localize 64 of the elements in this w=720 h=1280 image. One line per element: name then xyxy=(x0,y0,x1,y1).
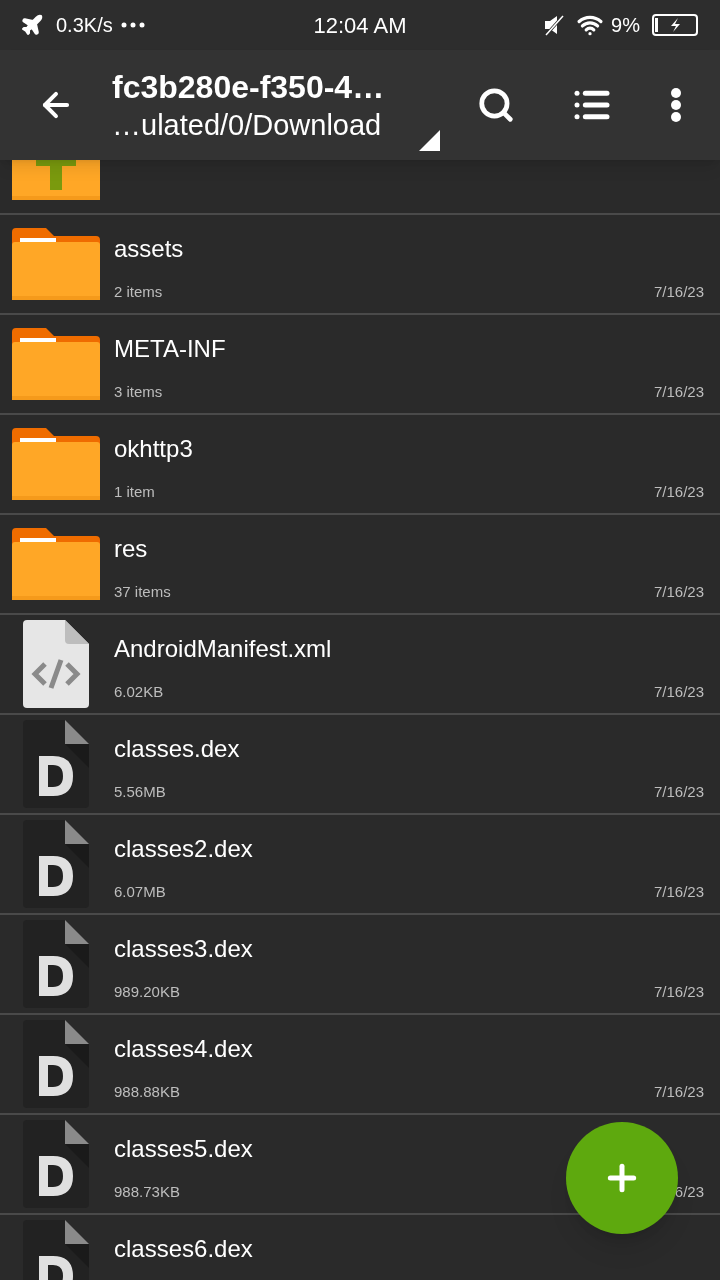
search-icon xyxy=(477,86,515,124)
dex-file-icon xyxy=(23,720,89,808)
file-row[interactable]: assets 2 items 7/16/23 xyxy=(0,215,720,315)
file-date: 7/16/23 xyxy=(653,982,704,1002)
file-row[interactable]: META-INF 3 items 7/16/23 xyxy=(0,315,720,415)
folder-icon xyxy=(12,528,100,600)
file-info: 988.88KB xyxy=(114,1082,180,1102)
file-date: 7/16/23 xyxy=(653,1082,704,1102)
file-name: classes2.dex xyxy=(114,834,254,864)
code-file-icon xyxy=(23,620,89,708)
mute-icon xyxy=(543,14,566,36)
file-row[interactable]: AndroidManifest.xml 6.02KB 7/16/23 xyxy=(0,615,720,715)
file-row[interactable]: classes4.dex 988.88KB 7/16/23 xyxy=(0,1015,720,1115)
dex-file-icon xyxy=(23,920,89,1008)
file-name: classes3.dex xyxy=(114,934,254,964)
more-notifications-icon xyxy=(120,22,145,28)
path-dropdown-icon[interactable] xyxy=(419,130,440,151)
dex-file-icon xyxy=(23,820,89,908)
more-icon xyxy=(671,88,681,122)
file-info: 2 items xyxy=(114,282,163,302)
file-info: 5.56MB xyxy=(114,782,166,802)
file-info: 6.02KB xyxy=(114,682,164,702)
file-name: META-INF xyxy=(114,334,227,364)
file-info: 989.20KB xyxy=(114,982,180,1002)
file-name: assets xyxy=(114,234,185,264)
file-row[interactable]: classes3.dex 989.20KB 7/16/23 xyxy=(0,915,720,1015)
folder-path: …ulated/0/Download xyxy=(112,108,382,143)
folder-icon xyxy=(12,228,100,300)
parent-folder-row[interactable] xyxy=(0,160,720,215)
file-date: 7/16/23 xyxy=(653,282,704,302)
folder-title: fc3b280e-f350-4… xyxy=(112,68,386,107)
battery-charging-icon xyxy=(652,14,700,36)
file-name: okhttp3 xyxy=(114,434,194,464)
file-date: 6/23 xyxy=(674,1182,704,1202)
file-name: AndroidManifest.xml xyxy=(114,634,333,664)
dex-file-icon xyxy=(23,1120,89,1208)
clock: 12:04 AM xyxy=(313,11,407,40)
file-row[interactable]: res 37 items 7/16/23 xyxy=(0,515,720,615)
file-date: 7/16/23 xyxy=(653,782,704,802)
folder-icon xyxy=(12,428,100,500)
file-info: 37 items xyxy=(114,582,171,602)
file-row[interactable]: classes.dex 5.56MB 7/16/23 xyxy=(0,715,720,815)
file-name: classes6.dex xyxy=(114,1234,254,1264)
file-date: 7/16/23 xyxy=(653,382,704,402)
file-info: 3 items xyxy=(114,382,163,402)
file-name: classes5.dex xyxy=(114,1134,254,1164)
battery-percent: 9% xyxy=(611,13,640,38)
file-row[interactable]: classes2.dex 6.07MB 7/16/23 xyxy=(0,815,720,915)
file-info: 1 item xyxy=(114,482,155,502)
folder-up-icon xyxy=(12,160,100,200)
file-date: 7/16/23 xyxy=(653,582,704,602)
folder-icon xyxy=(12,328,100,400)
file-name: res xyxy=(114,534,149,564)
file-date: 7/16/23 xyxy=(653,682,704,702)
network-speed: 0.3K/s xyxy=(56,13,113,38)
file-name: classes4.dex xyxy=(114,1034,254,1064)
file-name: classes.dex xyxy=(114,734,241,764)
file-date: 7/16/23 xyxy=(653,482,704,502)
dex-file-icon xyxy=(23,1020,89,1108)
airplane-icon xyxy=(20,13,44,37)
file-row[interactable]: okhttp3 1 item 7/16/23 xyxy=(0,415,720,515)
file-info: 6.07MB xyxy=(114,882,166,902)
file-info: 988.73KB xyxy=(114,1182,180,1202)
file-date: 7/16/23 xyxy=(653,882,704,902)
